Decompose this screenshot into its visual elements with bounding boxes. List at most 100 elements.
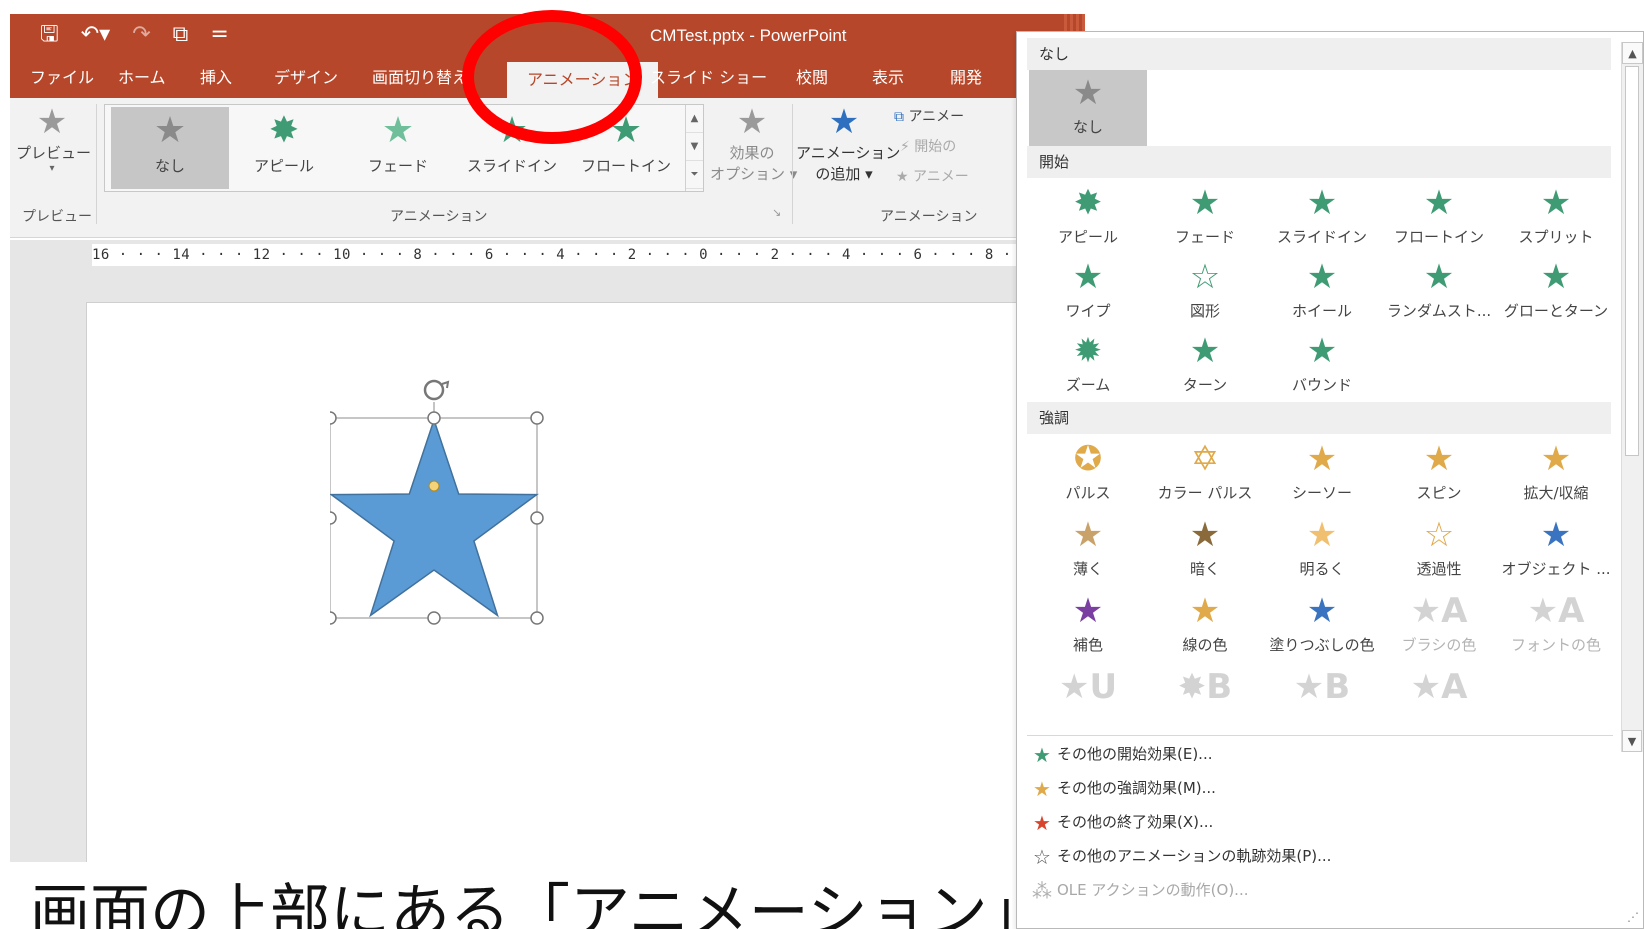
- entrance-item-wheel[interactable]: ★ ホイール: [1263, 254, 1381, 334]
- preview-group-label: プレビュー: [22, 209, 92, 225]
- effect-options-label-line2: オプション ▾: [710, 165, 798, 183]
- add-animation-label: アニメーション: [796, 144, 901, 162]
- emphasis-item-pulse[interactable]: ✪ パルス: [1029, 436, 1147, 516]
- chevron-down-icon[interactable]: ▼: [686, 133, 703, 161]
- add-animation-button[interactable]: ★ アニメーション の追加 ▾: [796, 102, 901, 184]
- tab-transitions[interactable]: 画面切り替え: [372, 58, 468, 98]
- animation-painter-label: アニメー: [913, 169, 969, 185]
- preview-button[interactable]: ★ プレビュー ▾: [16, 102, 91, 174]
- panel-scrollbar[interactable]: ▲ ▼: [1621, 42, 1643, 752]
- entrance-item-float-in[interactable]: ★ フロートイン: [1380, 180, 1498, 260]
- add-animation-label-line2: の追加 ▾: [815, 165, 873, 183]
- rotate-handle-icon[interactable]: [423, 379, 450, 401]
- emphasis-item-darken[interactable]: ★ 暗く: [1146, 512, 1264, 592]
- entrance-item-swivel[interactable]: ★ ターン: [1146, 328, 1264, 408]
- emphasis-item-font-color[interactable]: ★A フォントの色: [1497, 588, 1615, 668]
- more-emphasis-effects-menu-item[interactable]: ★ その他の強調効果(M)...: [1027, 772, 1216, 804]
- more-entrance-effects-menu-item[interactable]: ★ その他の開始効果(E)...: [1027, 738, 1212, 770]
- emphasis-item-bold-reveal[interactable]: ★B: [1263, 664, 1381, 707]
- emphasis-item-object-color[interactable]: ★ オブジェクト ...: [1497, 512, 1615, 592]
- emphasis-item-complementary-color[interactable]: ★ 補色: [1029, 588, 1147, 668]
- panel-item-none[interactable]: ★ なし: [1029, 70, 1147, 146]
- animation-painter-button[interactable]: ★ アニメー: [896, 166, 969, 186]
- effect-options-button[interactable]: ★ 効果の オプション ▾: [710, 102, 798, 184]
- darken-star-icon: ★: [1146, 512, 1264, 558]
- transparency-star-icon: ☆: [1380, 512, 1498, 558]
- entrance-item-wipe[interactable]: ★ ワイプ: [1029, 254, 1147, 334]
- redo-icon[interactable]: ↷: [132, 20, 150, 50]
- entrance-item-zoom[interactable]: ✹ ズーム: [1029, 328, 1147, 408]
- entrance-item-appear[interactable]: ✸ アピール: [1029, 180, 1147, 260]
- entrance-item-fade[interactable]: ★ フェード: [1146, 180, 1264, 260]
- trigger-button[interactable]: ⚡ 開始の: [900, 136, 956, 156]
- chevron-up-icon[interactable]: ▲: [686, 105, 703, 133]
- save-icon[interactable]: 🖫: [40, 20, 59, 50]
- emphasis-item-fill-color[interactable]: ★ 塗りつぶしの色: [1263, 588, 1381, 668]
- entrance-item-random-bars[interactable]: ★ ランダムスト...: [1380, 254, 1498, 334]
- gallery-item-label: フェード: [367, 157, 428, 175]
- entrance-item-fly-in[interactable]: ★ スライドイン: [1263, 180, 1381, 260]
- tab-insert[interactable]: 挿入: [200, 58, 232, 98]
- grow-turn-star-icon: ★: [1540, 257, 1572, 297]
- transparency-glyph: ☆: [1423, 515, 1455, 555]
- entrance-item-split[interactable]: ★ スプリット: [1497, 180, 1615, 260]
- emphasis-item-color-pulse[interactable]: ✡ カラー パルス: [1146, 436, 1264, 516]
- tab-design[interactable]: デザイン: [274, 58, 338, 98]
- emphasis-item-bold-flash[interactable]: ✸B: [1146, 664, 1264, 707]
- more-exit-effects-menu-item[interactable]: ★ その他の終了効果(X)...: [1027, 806, 1213, 838]
- bold-reveal-star-icon: ★B: [1263, 664, 1381, 710]
- customize-qat-icon[interactable]: =: [210, 20, 228, 50]
- emphasis-item-spin[interactable]: ★ スピン: [1380, 436, 1498, 516]
- tab-view[interactable]: 表示: [872, 58, 904, 98]
- emphasis-item-underline[interactable]: ★U: [1029, 664, 1147, 707]
- ole-action-verbs-menu-item[interactable]: ⁂ OLE アクションの動作(O)...: [1027, 874, 1248, 906]
- entrance-item-bounce[interactable]: ★ バウンド: [1263, 328, 1381, 408]
- emphasis-item-line-color[interactable]: ★ 線の色: [1146, 588, 1264, 668]
- resize-grip-icon[interactable]: ⋰: [1627, 910, 1639, 924]
- emphasis-item-lighten[interactable]: ★ 明るく: [1263, 512, 1381, 592]
- tab-review[interactable]: 校閲: [796, 58, 828, 98]
- grow-shrink-glyph: ★: [1540, 439, 1572, 479]
- gallery-item-fade[interactable]: ★ フェード: [339, 107, 457, 189]
- emphasis-item-transparency[interactable]: ☆ 透過性: [1380, 512, 1498, 592]
- scroll-thumb[interactable]: [1625, 66, 1639, 456]
- panel-item-label: スライドイン: [1276, 228, 1367, 246]
- scroll-up-icon[interactable]: ▲: [1622, 42, 1643, 64]
- animation-pane-button[interactable]: ⧉ アニメー: [894, 106, 964, 126]
- adjust-handle[interactable]: [428, 480, 440, 492]
- effect-options-label: 効果の: [729, 144, 775, 162]
- more-emphasis-effects-icon: ★: [1033, 776, 1051, 801]
- selected-star-shape[interactable]: [330, 370, 570, 660]
- grow-shrink-star-icon: ★: [1497, 436, 1615, 482]
- emphasis-item-grow-shrink[interactable]: ★ 拡大/収縮: [1497, 436, 1615, 516]
- panel-item-label: ズーム: [1065, 376, 1111, 394]
- star-shape[interactable]: [330, 417, 539, 618]
- scroll-down-icon[interactable]: ▼: [1622, 730, 1642, 752]
- entrance-item-shape[interactable]: ☆ 図形: [1146, 254, 1264, 334]
- more-motion-paths-icon: ☆: [1033, 844, 1051, 869]
- emphasis-item-teeter[interactable]: ★ シーソー: [1263, 436, 1381, 516]
- undo-icon[interactable]: ↶▾: [81, 20, 110, 50]
- gallery-item-none[interactable]: ★ なし: [111, 107, 229, 189]
- tab-developer[interactable]: 開発: [950, 58, 982, 98]
- emphasis-item-wave[interactable]: ★A: [1380, 664, 1498, 707]
- line-color-glyph: ★: [1189, 591, 1221, 631]
- fade-star-icon: ★: [381, 110, 415, 151]
- panel-item-label: ターン: [1182, 376, 1228, 394]
- wheel-star-icon: ★: [1306, 257, 1338, 297]
- more-motion-paths-menu-item[interactable]: ☆ その他のアニメーションの軌跡効果(P)...: [1027, 840, 1331, 872]
- tab-slideshow[interactable]: スライド ショー: [650, 58, 767, 98]
- tab-file[interactable]: ファイル: [30, 58, 94, 98]
- lighten-glyph: ★: [1306, 515, 1338, 555]
- gallery-scrollbar[interactable]: ▲ ▼ ⏷: [685, 105, 703, 191]
- dialog-launcher-icon[interactable]: ↘: [772, 206, 781, 219]
- gallery-item-appear[interactable]: ✸ アピール: [225, 107, 343, 189]
- start-from-beginning-icon[interactable]: ⧉: [173, 20, 189, 50]
- gallery-expand-icon[interactable]: ⏷: [686, 161, 703, 189]
- emphasis-item-desaturate[interactable]: ★ 薄く: [1029, 512, 1147, 592]
- panel-item-label: 薄く: [1072, 560, 1103, 578]
- slide-canvas[interactable]: [86, 302, 1086, 862]
- emphasis-item-brush-color[interactable]: ★A ブラシの色: [1380, 588, 1498, 668]
- entrance-item-grow-turn[interactable]: ★ グローとターン: [1497, 254, 1615, 334]
- tab-home[interactable]: ホーム: [118, 58, 166, 98]
